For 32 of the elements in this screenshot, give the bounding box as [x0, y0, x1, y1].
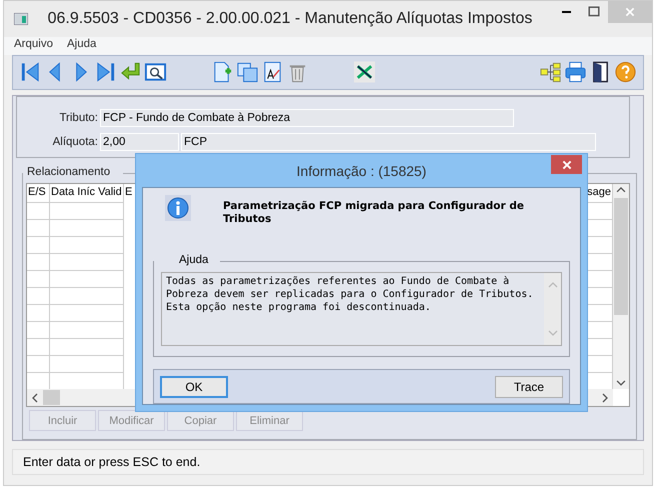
- vertical-scrollbar[interactable]: [613, 184, 629, 390]
- app-icon: [14, 12, 28, 25]
- close-icon: [560, 158, 572, 170]
- status-bar: Enter data or press ESC to end.: [12, 449, 644, 475]
- help-text-line: Esta opção neste programa foi descontinuada.: [166, 301, 432, 314]
- input-field[interactable]: 2,00: [100, 133, 179, 152]
- input-field[interactable]: FCP - Fundo de Combate à Pobreza: [100, 109, 514, 128]
- minimize-icon: [562, 11, 570, 13]
- dialog-title: Informação : (15825): [296, 162, 426, 178]
- tree-structure-icon[interactable]: [539, 60, 562, 84]
- input-field[interactable]: FCP: [181, 133, 596, 152]
- close-icon: [624, 6, 636, 18]
- trace-button[interactable]: Trace: [495, 376, 563, 398]
- info-icon: [165, 195, 191, 221]
- dialog-message: Parametrização FCP migrada para Configurador de Tributos: [223, 200, 525, 226]
- window-title: 06.9.5503 - CD0356 - 2.00.00.021 - Manutenção Alíquotas Impostos: [46, 10, 534, 28]
- help-text-line: Pobreza devem ser replicadas para o Configurador de Tributos.: [166, 288, 534, 301]
- help-text-line: Todas as parametrizações referentes ao Fundo de Combate à: [166, 275, 510, 288]
- scrollbar-thumb[interactable]: [614, 198, 628, 316]
- menu-item[interactable]: Arquivo: [14, 38, 53, 54]
- copy-icon[interactable]: [236, 60, 259, 84]
- help-icon[interactable]: [614, 60, 637, 84]
- maximize-icon: [588, 6, 600, 18]
- close-button[interactable]: [551, 155, 582, 174]
- printer-icon[interactable]: [564, 60, 587, 84]
- scrollbar-thumb[interactable]: [43, 390, 60, 406]
- spreadsheet-x-icon[interactable]: [353, 60, 376, 84]
- ok-button[interactable]: OK: [160, 376, 228, 398]
- field-label: Alíquota:: [52, 136, 99, 148]
- field-label: Tributo:: [58, 112, 99, 124]
- group-title: Ajuda: [178, 254, 210, 266]
- menu-item[interactable]: Ajuda: [67, 38, 96, 54]
